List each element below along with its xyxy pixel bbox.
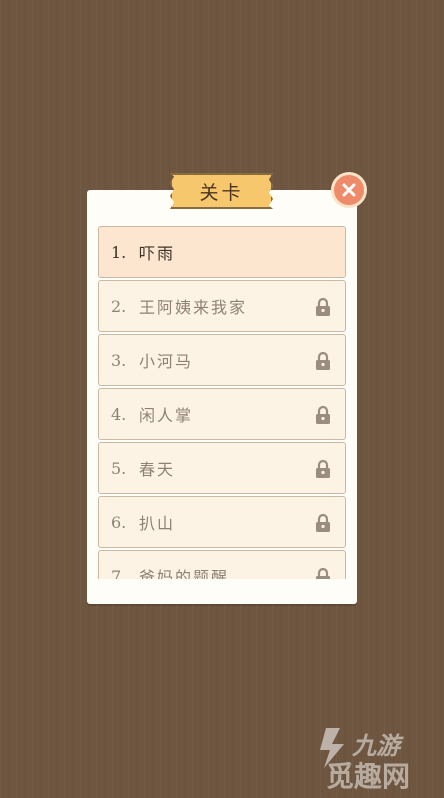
watermark-logo: 九游 觅趣网 xyxy=(318,722,444,794)
level-name: 闲人掌 xyxy=(139,402,193,426)
level-name: 王阿姨来我家 xyxy=(139,294,247,318)
level-name: 吓雨 xyxy=(139,240,175,264)
dialog-title: 关卡 xyxy=(199,178,243,205)
dialog-title-banner: 关卡 xyxy=(170,173,273,209)
level-item-7[interactable]: 7. 爸妈的题醒 xyxy=(98,550,346,579)
level-number: 5. xyxy=(111,459,125,478)
lock-icon xyxy=(315,513,331,533)
level-name: 爸妈的题醒 xyxy=(139,564,229,579)
level-item-6[interactable]: 6. 扒山 xyxy=(98,496,346,548)
level-number: 3. xyxy=(111,351,125,370)
level-number: 2. xyxy=(111,297,125,316)
lock-icon xyxy=(315,351,331,371)
level-name: 扒山 xyxy=(139,510,175,534)
watermark-text-top: 九游 xyxy=(351,732,404,760)
lock-icon xyxy=(315,567,331,579)
level-item-5[interactable]: 5. 春天 xyxy=(98,442,346,494)
level-number: 1. xyxy=(111,243,125,262)
lock-icon xyxy=(315,405,331,425)
close-button[interactable] xyxy=(331,172,367,208)
lock-icon xyxy=(315,297,331,317)
level-item-3[interactable]: 3. 小河马 xyxy=(98,334,346,386)
close-icon xyxy=(342,183,356,197)
level-item-4[interactable]: 4. 闲人掌 xyxy=(98,388,346,440)
lock-icon xyxy=(315,459,331,479)
level-name: 小河马 xyxy=(139,348,193,372)
level-item-2[interactable]: 2. 王阿姨来我家 xyxy=(98,280,346,332)
watermark-text-bottom: 觅趣网 xyxy=(326,760,410,793)
level-number: 7. xyxy=(111,567,125,580)
level-number: 6. xyxy=(111,513,125,532)
level-name: 春天 xyxy=(139,456,175,480)
level-number: 4. xyxy=(111,405,125,424)
level-item-1[interactable]: 1. 吓雨 xyxy=(98,226,346,278)
level-list[interactable]: 1. 吓雨 2. 王阿姨来我家 3. 小河马 4. 闲人掌 5. 春天 xyxy=(98,226,346,579)
